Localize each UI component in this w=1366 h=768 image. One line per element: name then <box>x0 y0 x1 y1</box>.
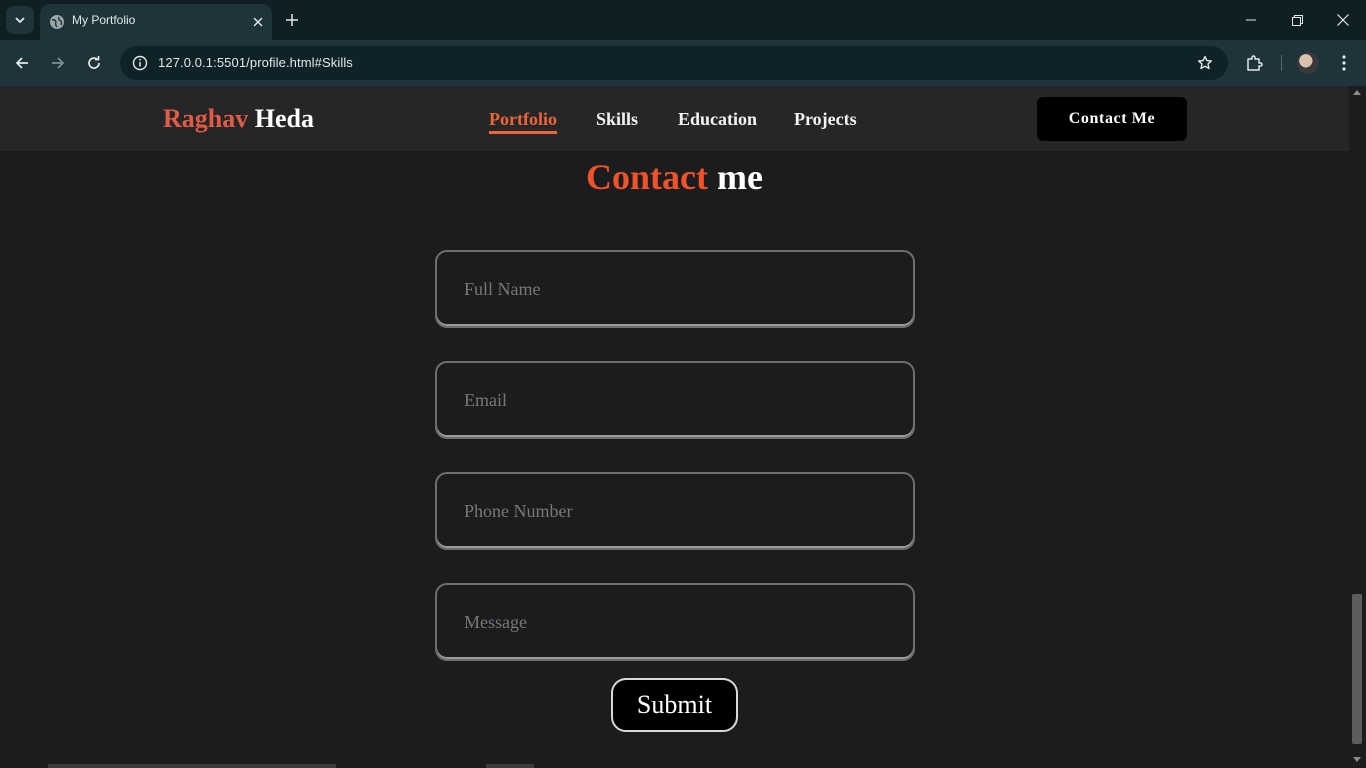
window-close-button[interactable] <box>1320 0 1366 40</box>
horizontal-scroll-marker <box>486 764 534 768</box>
horizontal-scroll-thumb[interactable] <box>48 764 336 768</box>
heading-rest: me <box>717 157 763 197</box>
minimize-button[interactable] <box>1228 0 1274 40</box>
email-field[interactable] <box>435 361 915 439</box>
reload-button[interactable] <box>81 50 107 76</box>
site-info-button[interactable] <box>128 51 152 75</box>
reload-icon <box>88 56 100 69</box>
site-logo[interactable]: Raghav Heda <box>163 104 314 134</box>
extensions-button[interactable] <box>1241 50 1267 76</box>
scroll-down-arrow-icon[interactable] <box>1353 757 1361 762</box>
heading-accent: Contact <box>586 157 708 197</box>
page-content: Raghav Heda Portfolio Skills Education P… <box>0 86 1349 768</box>
extensions-icon <box>1247 55 1263 71</box>
nav-link-portfolio[interactable]: Portfolio <box>489 109 557 134</box>
globe-icon <box>50 15 64 29</box>
tab-search-button[interactable] <box>6 6 34 34</box>
tab-close-button[interactable] <box>248 12 268 32</box>
chevron-down-icon <box>15 17 25 24</box>
close-icon <box>253 17 263 27</box>
tab-my-portfolio[interactable]: My Portfolio <box>40 4 272 40</box>
menu-button[interactable] <box>1331 50 1357 76</box>
toolbar-divider <box>1281 55 1282 71</box>
nav-link-skills[interactable]: Skills <box>596 109 638 130</box>
logo-last-name: Heda <box>254 104 314 133</box>
bookmark-button[interactable] <box>1194 52 1216 74</box>
url-text[interactable]: 127.0.0.1:5501/profile.html#Skills <box>158 55 353 70</box>
minimize-icon <box>1246 19 1256 21</box>
back-button[interactable] <box>9 50 35 76</box>
contact-me-button[interactable]: Contact Me <box>1037 97 1187 141</box>
browser-toolbar: 127.0.0.1:5501/profile.html#Skills <box>0 40 1366 86</box>
scroll-thumb[interactable] <box>1352 594 1362 744</box>
submit-button[interactable]: Submit <box>611 678 738 732</box>
site-info-icon <box>132 55 148 71</box>
forward-button[interactable] <box>45 50 71 76</box>
plus-icon <box>286 14 298 26</box>
profile-avatar[interactable] <box>1297 52 1319 74</box>
tab-title: My Portfolio <box>72 13 136 27</box>
star-icon <box>1198 55 1212 70</box>
new-tab-button[interactable] <box>282 10 302 30</box>
nav-link-education[interactable]: Education <box>678 109 757 130</box>
full-name-field[interactable] <box>435 250 915 328</box>
scroll-up-arrow-icon[interactable] <box>1353 90 1361 95</box>
back-arrow-icon <box>15 57 28 69</box>
logo-first-name: Raghav <box>163 104 249 133</box>
close-icon <box>1337 14 1349 26</box>
more-vert-icon <box>1342 55 1346 71</box>
message-field[interactable] <box>435 583 915 661</box>
nav-link-projects[interactable]: Projects <box>794 109 857 130</box>
site-navbar: Raghav Heda Portfolio Skills Education P… <box>0 86 1349 151</box>
restore-button[interactable] <box>1274 0 1320 40</box>
address-bar[interactable]: 127.0.0.1:5501/profile.html#Skills <box>120 46 1228 80</box>
forward-arrow-icon <box>52 57 65 69</box>
vertical-scrollbar[interactable] <box>1349 86 1366 768</box>
restore-icon <box>1291 14 1303 26</box>
contact-heading: Contact me <box>0 156 1349 198</box>
phone-field[interactable] <box>435 472 915 550</box>
browser-titlebar: My Portfolio <box>0 0 1366 40</box>
